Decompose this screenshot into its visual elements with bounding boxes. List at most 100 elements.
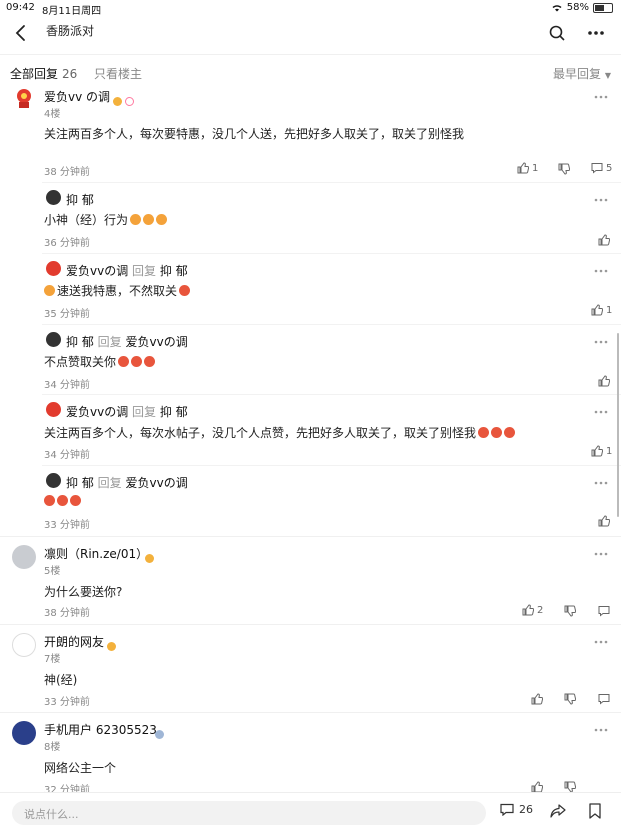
angry-emoji-icon: [131, 356, 143, 367]
like-button[interactable]: 2: [522, 604, 543, 616]
reply-tabs: 全部回复 26 只看楼主 最早回复 ▼: [0, 54, 621, 87]
more-dots-icon[interactable]: [594, 410, 608, 414]
reply-username[interactable]: 抑 郁: [66, 476, 94, 490]
share-icon[interactable]: [550, 803, 566, 819]
reply-target[interactable]: 爱负vvの调: [126, 335, 188, 349]
sort-dropdown[interactable]: 最早回复 ▼: [553, 65, 611, 82]
reply-username[interactable]: 爱负vvの调: [66, 405, 128, 419]
floor-number: 8楼: [44, 742, 61, 753]
divider: [42, 324, 621, 325]
reply-time: 35 分钟前: [44, 309, 90, 320]
angry-emoji-icon: [44, 495, 55, 506]
post-username[interactable]: 手机用户 62305523: [44, 721, 157, 738]
reply-content: 关注两百多个人，每次水帖子，没几个人点赞，先把好多人取关了，取关了别怪我: [44, 424, 516, 441]
more-icon[interactable]: [586, 24, 606, 42]
reply-target[interactable]: 爱负vvの调: [126, 476, 188, 490]
more-dots-icon[interactable]: [594, 481, 608, 485]
avatar[interactable]: [46, 473, 61, 488]
status-right: 58%: [551, 2, 613, 13]
post-username[interactable]: 开朗的网友: [44, 633, 104, 650]
tab-all-count: 26: [62, 67, 78, 81]
reply-content: 小神（经）行为: [44, 211, 168, 228]
like-count: 2: [537, 604, 544, 616]
avatar[interactable]: [46, 190, 61, 205]
comment-icon[interactable]: [598, 693, 610, 705]
bookmark-icon[interactable]: [588, 803, 602, 819]
comment-button[interactable]: 5: [591, 162, 612, 174]
reply-target[interactable]: 抑 郁: [160, 405, 188, 419]
smile-emoji-icon: [156, 214, 168, 225]
avatar[interactable]: [46, 261, 61, 276]
angry-emoji-icon: [118, 356, 130, 367]
more-dots-icon[interactable]: [594, 640, 608, 644]
tab-op-only[interactable]: 只看楼主: [94, 65, 142, 82]
angry-emoji-icon: [70, 495, 81, 506]
divider: [0, 624, 621, 625]
reply-target[interactable]: 抑 郁: [160, 264, 188, 278]
reply-username[interactable]: 抑 郁: [66, 191, 94, 208]
thumbs-down-icon[interactable]: [564, 693, 576, 705]
reply-input-placeholder: 说点什么...: [24, 808, 79, 821]
avatar[interactable]: [12, 545, 36, 569]
thumbs-down-icon[interactable]: [564, 605, 576, 617]
search-icon[interactable]: [548, 24, 566, 42]
sort-label: 最早回复: [553, 67, 602, 81]
more-dots-icon[interactable]: [594, 95, 608, 99]
comments-button[interactable]: 26: [500, 803, 533, 816]
post-time: 38 分钟前: [44, 608, 90, 619]
thumbs-down-icon[interactable]: [558, 163, 570, 175]
status-bar: 09:42 8月11日周四 58%: [0, 0, 621, 17]
reply-header: 抑 郁 回复 爱负vvの调: [66, 333, 188, 350]
floor-number: 4楼: [44, 109, 61, 120]
level-badge: [152, 723, 164, 742]
like-button[interactable]: 1: [591, 445, 612, 457]
post-content: 关注两百多个人，每次要特惠，没几个人送，先把好多人取关了，取关了别怪我: [44, 127, 465, 141]
reply-text: 不点赞取关你: [44, 355, 117, 369]
reply-word: 回复: [132, 405, 157, 419]
avatar[interactable]: [12, 721, 36, 745]
tab-all-label: 全部回复: [10, 67, 59, 81]
post-username[interactable]: 凛则（Rin.ze/01）: [44, 545, 148, 562]
reply-input[interactable]: 说点什么...: [12, 801, 486, 825]
avatar[interactable]: [12, 633, 36, 657]
more-dots-icon[interactable]: [594, 340, 608, 344]
reply-username[interactable]: 抑 郁: [66, 335, 94, 349]
thumbs-up-icon[interactable]: [598, 375, 610, 387]
divider: [42, 253, 621, 254]
header: 香肠派对: [0, 16, 621, 54]
like-button[interactable]: 1: [591, 304, 612, 316]
reply-word: 回复: [97, 335, 122, 349]
bottom-bar: 说点什么... 26: [0, 792, 621, 829]
smile-emoji-icon: [130, 214, 142, 225]
reply-word: 回复: [132, 264, 157, 278]
reply-word: 回复: [97, 476, 122, 490]
thumbs-up-icon[interactable]: [598, 515, 610, 527]
more-dots-icon[interactable]: [594, 269, 608, 273]
post-time: 38 分钟前: [44, 167, 90, 178]
avatar[interactable]: [46, 332, 61, 347]
more-dots-icon[interactable]: [594, 552, 608, 556]
reply-time: 33 分钟前: [44, 520, 90, 531]
angry-emoji-icon: [491, 427, 503, 438]
thumbs-up-icon[interactable]: [531, 693, 543, 705]
more-dots-icon[interactable]: [594, 198, 608, 202]
angry-emoji-icon: [478, 427, 490, 438]
divider: [0, 712, 621, 713]
post-time: 33 分钟前: [44, 697, 90, 708]
forum-title[interactable]: 香肠派对: [46, 22, 94, 39]
reply-content: 不点赞取关你: [44, 353, 156, 370]
back-arrow-icon[interactable]: [12, 24, 30, 42]
post-username[interactable]: 爱负vv の调: [44, 88, 110, 105]
floor-number: 7楼: [44, 654, 61, 665]
more-dots-icon[interactable]: [594, 728, 608, 732]
battery-percent: 58%: [566, 2, 589, 13]
comment-icon[interactable]: [598, 605, 610, 617]
reply-username[interactable]: 爱负vvの调: [66, 264, 128, 278]
avatar[interactable]: [12, 86, 36, 110]
tab-all-replies[interactable]: 全部回复 26: [10, 65, 77, 82]
like-button[interactable]: 1: [517, 162, 538, 174]
comments-count: 26: [519, 803, 533, 816]
scrollbar[interactable]: [617, 333, 619, 517]
avatar[interactable]: [46, 402, 61, 417]
thumbs-up-icon[interactable]: [598, 234, 610, 246]
